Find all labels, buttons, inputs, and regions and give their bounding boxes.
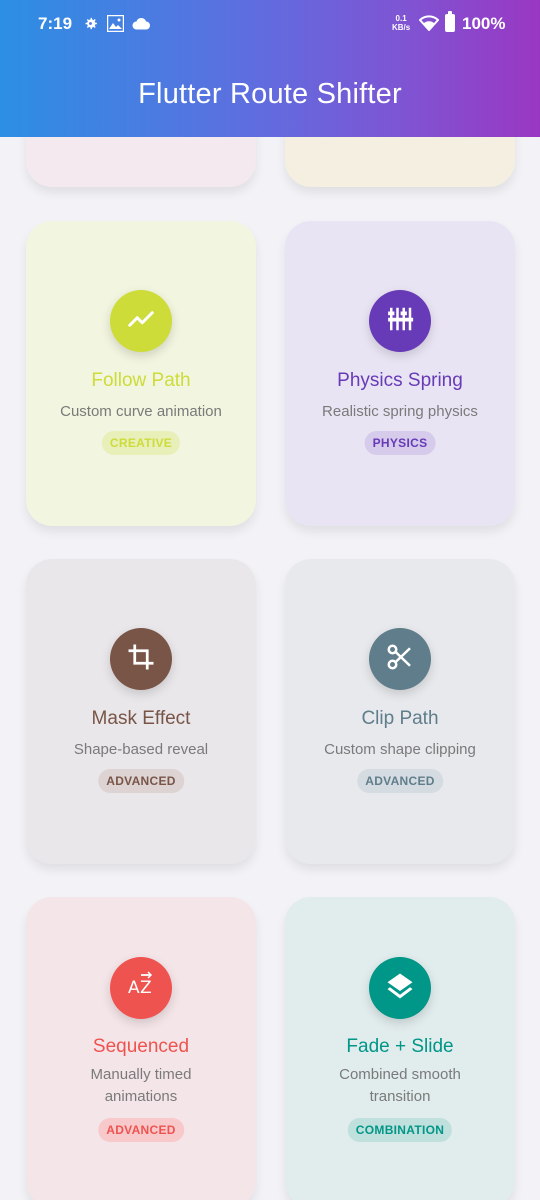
card-subtitle: Manually timed animations	[36, 1064, 246, 1108]
page-title: Flutter Route Shifter	[138, 78, 402, 110]
scissors-icon	[385, 642, 415, 677]
card-title: Physics Spring	[337, 370, 463, 391]
category-badge: ADVANCED	[98, 769, 184, 793]
image-notification-icon	[106, 14, 125, 37]
category-badge: PHYSICS	[364, 431, 436, 455]
card-title: Clip Path	[361, 708, 439, 729]
settings-gear-icon	[82, 15, 99, 37]
physics-spring-icon-circle	[369, 290, 431, 352]
demo-card-mask-effect[interactable]: Mask Effect Shape-based reveal ADVANCED	[26, 559, 256, 864]
demo-card-sequenced[interactable]: AZ Sequenced Manually timed animations A…	[26, 897, 256, 1200]
card-subtitle: Realistic spring physics	[322, 403, 478, 420]
card-subtitle-line: transition	[369, 1088, 431, 1105]
network-speed-unit: KB/s	[392, 23, 411, 32]
layers-icon	[385, 971, 415, 1006]
sort-az-icon: AZ	[125, 970, 157, 1006]
crop-icon	[126, 642, 156, 677]
card-subtitle: Custom curve animation	[60, 403, 222, 420]
category-badge: ADVANCED	[98, 1118, 184, 1142]
demo-card-fade-slide[interactable]: Fade + Slide Combined smooth transition …	[285, 897, 515, 1200]
card-title: Fade + Slide	[346, 1036, 454, 1057]
trending-line-icon	[126, 304, 156, 339]
demo-card-partial-left[interactable]	[26, 137, 256, 187]
svg-text:A: A	[128, 978, 140, 998]
demo-grid: Follow Path Custom curve animation CREAT…	[0, 137, 540, 1200]
demo-card-follow-path[interactable]: Follow Path Custom curve animation CREAT…	[26, 221, 256, 526]
fade-slide-icon-circle	[369, 957, 431, 1019]
demo-card-clip-path[interactable]: Clip Path Custom shape clipping ADVANCED	[285, 559, 515, 864]
clip-path-icon-circle	[369, 628, 431, 690]
card-subtitle: Shape-based reveal	[73, 741, 209, 758]
card-subtitle-line: Combined smooth	[339, 1066, 461, 1083]
card-title: Sequenced	[92, 1036, 190, 1057]
mask-effect-icon-circle	[110, 628, 172, 690]
network-speed-value: 0.1	[395, 14, 407, 23]
battery-icon	[445, 11, 455, 32]
network-speed: 0.1 KB/s	[392, 14, 410, 32]
status-bar: 7:19 0.1 KB/s 100%	[0, 0, 540, 50]
card-subtitle: Combined smooth transition	[295, 1064, 505, 1108]
demo-card-partial-right[interactable]	[285, 137, 515, 187]
category-badge: CREATIVE	[101, 431, 181, 455]
category-badge: COMBINATION	[347, 1118, 453, 1142]
card-title: Follow Path	[91, 370, 191, 391]
status-time: 7:19	[38, 14, 73, 33]
card-subtitle-line: Manually timed	[90, 1066, 192, 1083]
follow-path-icon-circle	[110, 290, 172, 352]
battery-percentage: 100%	[462, 14, 506, 33]
svg-text:Z: Z	[140, 978, 152, 998]
card-subtitle: Custom shape clipping	[324, 741, 476, 758]
card-subtitle-line: animations	[104, 1088, 178, 1105]
app-bar: 7:19 0.1 KB/s 100% Flutter Route Shifter	[0, 0, 540, 137]
card-title: Mask Effect	[91, 708, 191, 729]
cloud-icon	[132, 17, 150, 35]
demo-card-physics-spring[interactable]: Physics Spring Realistic spring physics …	[285, 221, 515, 526]
category-badge: ADVANCED	[357, 769, 443, 793]
sequenced-icon-circle: AZ	[110, 957, 172, 1019]
tune-sliders-icon	[385, 304, 415, 339]
wifi-icon	[418, 15, 440, 36]
